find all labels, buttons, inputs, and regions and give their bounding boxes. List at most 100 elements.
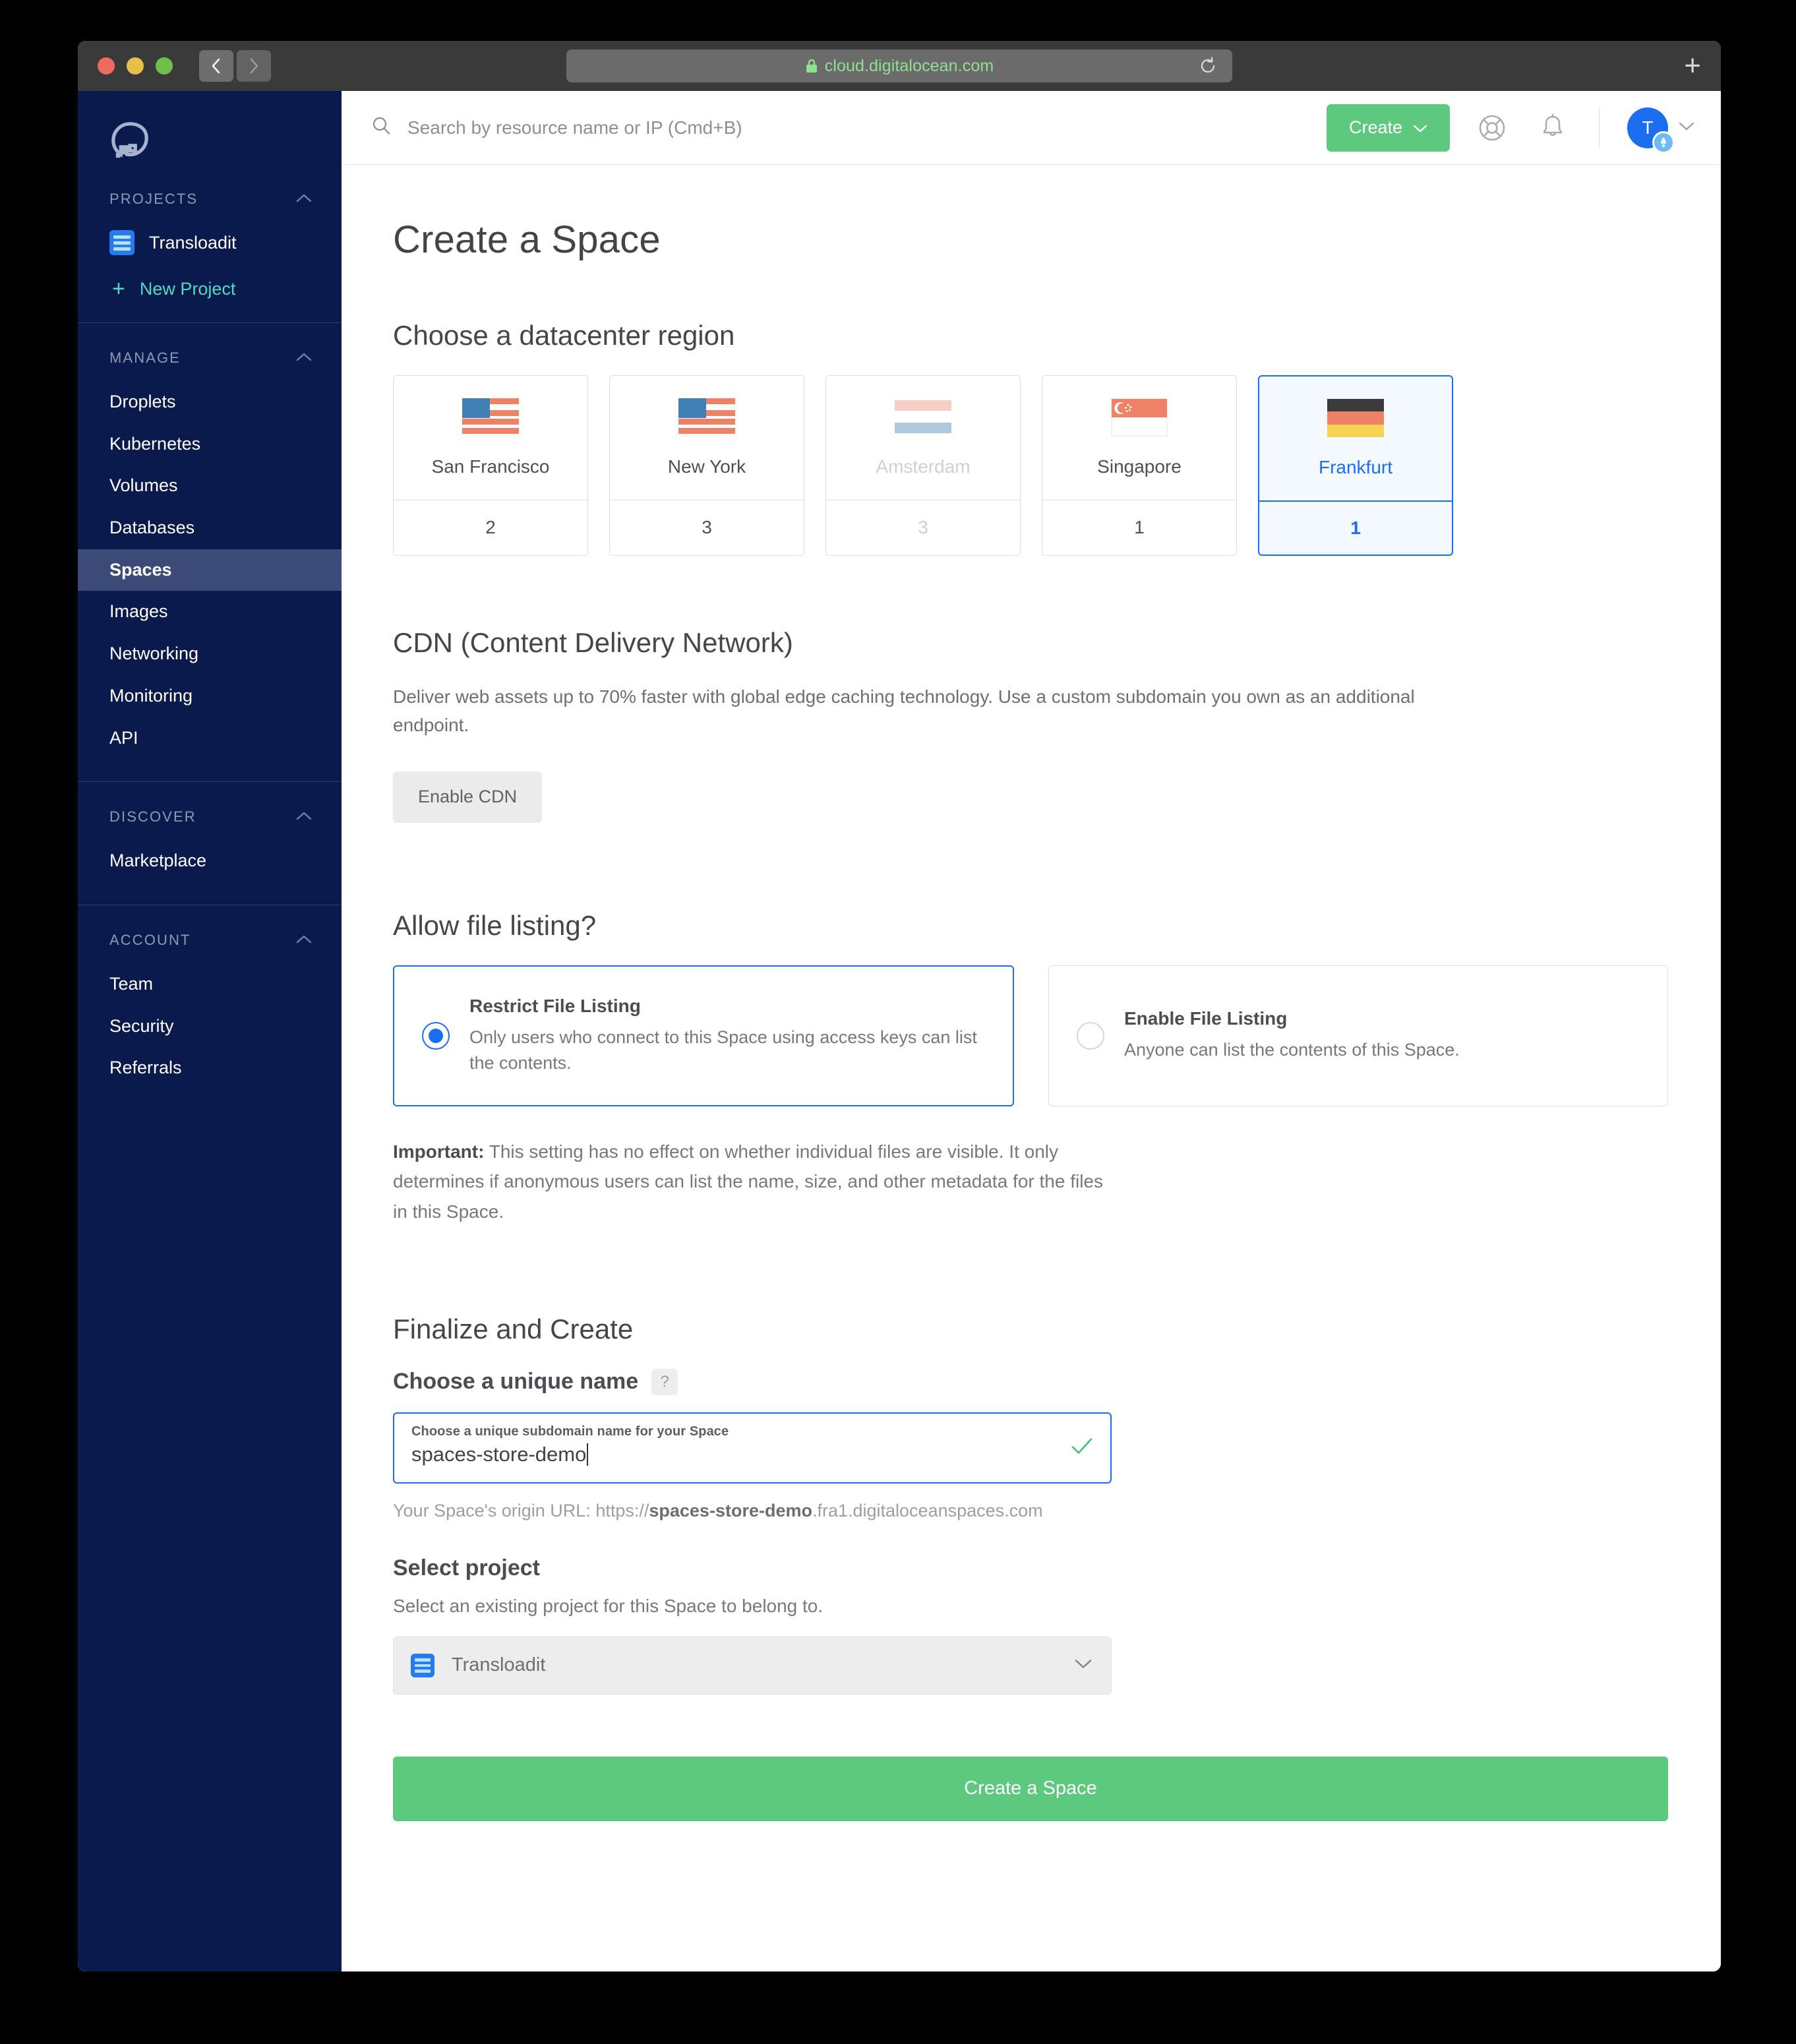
nav-buttons bbox=[199, 50, 271, 82]
space-name-value-row: spaces-store-demo bbox=[411, 1443, 1093, 1466]
sidebar-section-discover-header[interactable]: DISCOVER bbox=[78, 782, 342, 840]
page-content: Create a Space Choose a datacenter regio… bbox=[342, 165, 1721, 1971]
browser-window: cloud.digitalocean.com + PROJECTS Transl… bbox=[78, 41, 1721, 1971]
chevron-up-icon bbox=[295, 349, 313, 367]
close-window-button[interactable] bbox=[98, 57, 115, 75]
radio-restrict-file-listing[interactable] bbox=[422, 1021, 450, 1050]
unique-name-label: Choose a unique name bbox=[393, 1369, 639, 1395]
window-controls[interactable] bbox=[98, 57, 173, 75]
sidebar-section-projects-header[interactable]: PROJECTS bbox=[78, 164, 342, 222]
sidebar-item-monitoring[interactable]: Monitoring bbox=[78, 675, 342, 717]
avatar[interactable]: T bbox=[1627, 107, 1675, 154]
space-name-field-label: Choose a unique subdomain name for your … bbox=[411, 1424, 729, 1439]
sidebar-project-transloadit[interactable]: Transloadit bbox=[78, 222, 342, 263]
sidebar-item-networking[interactable]: Networking bbox=[78, 633, 342, 675]
region-card-san-francisco[interactable]: San Francisco 2 bbox=[393, 375, 588, 556]
region-card-singapore[interactable]: Singapore 1 bbox=[1042, 375, 1237, 556]
sidebar-section-projects: PROJECTS Transloadit + New Project bbox=[78, 164, 342, 322]
top-bar-actions: Create T bbox=[1326, 104, 1694, 154]
forward-button[interactable] bbox=[237, 50, 271, 82]
browser-chrome: cloud.digitalocean.com + bbox=[78, 41, 1721, 91]
origin-url-suffix: .fra1.digitaloceanspaces.com bbox=[812, 1500, 1043, 1520]
sidebar-section-discover-title: DISCOVER bbox=[109, 808, 196, 826]
sidebar-new-project[interactable]: + New Project bbox=[78, 263, 342, 322]
main-column: Create bbox=[342, 91, 1721, 1971]
sidebar-new-project-label: New Project bbox=[139, 278, 236, 299]
search-icon bbox=[371, 115, 392, 140]
app-root: PROJECTS Transloadit + New Project MANAG… bbox=[78, 91, 1721, 1971]
us-flag-icon bbox=[678, 398, 735, 436]
sidebar-item-spaces[interactable]: Spaces bbox=[78, 549, 342, 591]
space-name-value: spaces-store-demo bbox=[411, 1442, 587, 1466]
region-card-top: Frankfurt bbox=[1259, 376, 1452, 500]
sidebar-item-security[interactable]: Security bbox=[78, 1006, 342, 1048]
region-count: 1 bbox=[1259, 500, 1452, 555]
create-button-label: Create bbox=[1348, 117, 1402, 137]
new-tab-button[interactable]: + bbox=[1684, 51, 1701, 80]
region-count: 1 bbox=[1042, 500, 1236, 554]
region-card-frankfurt[interactable]: Frankfurt 1 bbox=[1258, 375, 1453, 556]
sidebar-item-droplets[interactable]: Droplets bbox=[78, 381, 342, 423]
chevron-up-icon bbox=[295, 932, 313, 949]
search-area[interactable] bbox=[371, 115, 1327, 140]
region-card-top: San Francisco bbox=[394, 376, 587, 500]
sidebar-item-api[interactable]: API bbox=[78, 717, 342, 760]
create-button[interactable]: Create bbox=[1326, 104, 1450, 152]
sg-flag-icon bbox=[1111, 398, 1168, 436]
maximize-window-button[interactable] bbox=[156, 57, 173, 75]
radio-enable-file-listing[interactable] bbox=[1077, 1021, 1104, 1050]
sidebar-item-images[interactable]: Images bbox=[78, 591, 342, 633]
region-name: New York bbox=[667, 456, 746, 477]
lifebuoy-icon[interactable] bbox=[1474, 109, 1511, 146]
lock-icon bbox=[805, 58, 818, 74]
help-icon[interactable]: ? bbox=[651, 1368, 678, 1395]
option-description: Only users who connect to this Space usi… bbox=[469, 1027, 977, 1073]
sidebar-item-volumes[interactable]: Volumes bbox=[78, 465, 342, 507]
unique-name-label-row: Choose a unique name ? bbox=[393, 1368, 1668, 1395]
sidebar-account-list: Team Security Referrals bbox=[78, 963, 342, 1112]
sidebar-item-referrals[interactable]: Referrals bbox=[78, 1047, 342, 1089]
project-select-dropdown[interactable]: Transloadit bbox=[393, 1636, 1112, 1695]
region-count: 2 bbox=[394, 500, 587, 554]
rocket-badge-icon bbox=[1652, 131, 1675, 154]
sidebar-item-team[interactable]: Team bbox=[78, 963, 342, 1006]
digitalocean-logo[interactable] bbox=[78, 91, 342, 164]
important-note: Important: This setting has no effect on… bbox=[393, 1137, 1122, 1226]
back-button[interactable] bbox=[199, 50, 233, 82]
region-card-new-york[interactable]: New York 3 bbox=[609, 375, 804, 556]
cdn-section-heading: CDN (Content Delivery Network) bbox=[393, 627, 793, 658]
sidebar: PROJECTS Transloadit + New Project MANAG… bbox=[78, 91, 342, 1971]
file-listing-options: Restrict File Listing Only users who con… bbox=[393, 965, 1668, 1106]
cdn-description: Deliver web assets up to 70% faster with… bbox=[393, 686, 1415, 736]
account-menu[interactable]: T bbox=[1627, 107, 1694, 154]
sidebar-item-marketplace[interactable]: Marketplace bbox=[78, 840, 342, 882]
sidebar-item-databases[interactable]: Databases bbox=[78, 507, 342, 549]
space-name-input[interactable]: Choose a unique subdomain name for your … bbox=[393, 1412, 1112, 1484]
sidebar-section-manage-title: MANAGE bbox=[109, 349, 181, 366]
region-card-top: Singapore bbox=[1042, 376, 1236, 500]
sidebar-item-kubernetes[interactable]: Kubernetes bbox=[78, 423, 342, 466]
bell-icon[interactable] bbox=[1534, 109, 1571, 146]
sidebar-section-manage-header[interactable]: MANAGE bbox=[78, 323, 342, 381]
region-card-top: Amsterdam bbox=[826, 376, 1020, 500]
url-text: cloud.digitalocean.com bbox=[824, 56, 994, 75]
chevron-down-icon bbox=[1413, 117, 1427, 138]
search-input[interactable] bbox=[406, 116, 1327, 139]
sidebar-discover-list: Marketplace bbox=[78, 840, 342, 905]
address-bar[interactable]: cloud.digitalocean.com bbox=[566, 49, 1232, 82]
sidebar-section-projects-title: PROJECTS bbox=[109, 191, 198, 207]
chevron-up-icon bbox=[295, 191, 313, 208]
option-enable-file-listing[interactable]: Enable File Listing Anyone can list the … bbox=[1048, 965, 1668, 1106]
sidebar-section-account-header[interactable]: ACCOUNT bbox=[78, 905, 342, 963]
option-title: Enable File Listing bbox=[1124, 1008, 1288, 1029]
create-a-space-button[interactable]: Create a Space bbox=[393, 1756, 1668, 1821]
region-name: Frankfurt bbox=[1318, 457, 1393, 477]
enable-cdn-button[interactable]: Enable CDN bbox=[393, 771, 543, 823]
sidebar-section-account-title: ACCOUNT bbox=[109, 931, 191, 948]
option-restrict-file-listing[interactable]: Restrict File Listing Only users who con… bbox=[393, 965, 1014, 1106]
us-flag-icon bbox=[462, 398, 519, 436]
minimize-window-button[interactable] bbox=[127, 57, 144, 75]
reload-icon[interactable] bbox=[1198, 56, 1218, 76]
